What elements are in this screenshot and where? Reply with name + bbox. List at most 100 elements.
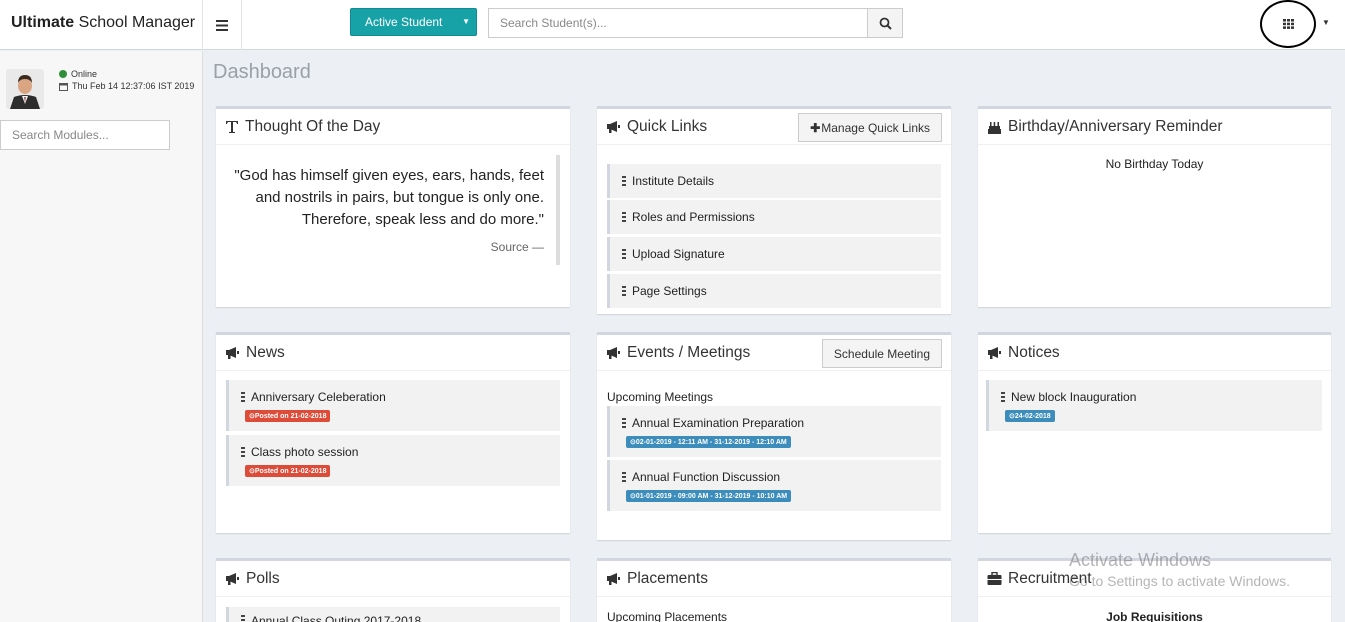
drag-handle-icon[interactable] [622,249,626,259]
drag-handle-icon[interactable] [1001,392,1005,402]
notice-item[interactable]: New block Inauguration ⊙ 24-02-2018 [986,380,1322,431]
bullhorn-icon [225,346,240,359]
birthday-title: Birthday/Anniversary Reminder [1008,117,1223,135]
news-item-title: Class photo session [251,445,359,459]
thought-of-day-box: Thought Of the Day "God has himself give… [216,106,570,307]
meeting-time-badge: ⊙ 02-01-2019 - 12:11 AM - 31-12-2019 - 12… [626,436,791,448]
quick-links-box: Quick Links ✚ Manage Quick Links Institut… [597,106,951,314]
meeting-item[interactable]: Annual Function Discussion ⊙ 01-01-2019 -… [607,460,941,511]
thought-title: Thought Of the Day [245,117,381,135]
brand-bold: Ultimate [11,14,75,31]
notices-header: Notices [978,335,1331,371]
posted-date-badge: ⊙ Posted on 21-02-2018 [245,410,331,422]
polls-header: Polls [216,561,570,597]
poll-item-title: Annual Class Outing 2017-2018 [251,614,422,622]
news-item-title: Anniversary Celeberation [251,390,386,404]
placements-box: Placements Upcoming Placements [597,558,951,622]
quick-link-label: Roles and Permissions [632,210,755,224]
birthday-header: Birthday/Anniversary Reminder [978,109,1331,145]
drag-handle-icon[interactable] [622,176,626,186]
bullhorn-icon [987,346,1002,359]
quote-scrollbar[interactable] [556,155,560,265]
briefcase-icon [987,572,1002,585]
job-requisitions-label: Job Requisitions [1106,610,1203,622]
recruitment-header: Recruitment [978,561,1331,597]
active-student-label: Active Student [365,15,443,29]
manage-quick-links-label: Manage Quick Links [821,120,930,135]
user-menu-caret-icon[interactable]: ▼ [1322,18,1330,27]
page-title: Dashboard [213,61,311,83]
meeting-time-badge: ⊙ 01-01-2019 - 09:00 AM - 31-12-2019 - 10… [626,490,792,502]
news-item[interactable]: Class photo session ⊙ Posted on 21-02-201… [226,435,560,486]
bullhorn-icon [606,120,621,133]
drag-handle-icon[interactable] [241,392,245,402]
brand-rest: School Manager [74,14,196,31]
drag-handle-icon[interactable] [241,447,245,457]
quick-link-item[interactable]: Page Settings [607,274,941,308]
bullhorn-icon [225,572,240,585]
drag-handle-icon[interactable] [622,418,626,428]
caret-down-icon: ▼ [462,17,470,26]
drag-handle-icon[interactable] [622,286,626,296]
events-meetings-box: Events / Meetings Schedule Meeting Upcom… [597,332,951,540]
online-dot-icon [59,70,67,78]
polls-title: Polls [246,569,280,587]
active-student-dropdown[interactable]: Active Student ▼ [350,8,477,36]
online-status: Online [59,69,97,79]
quick-links-header: Quick Links ✚ Manage Quick Links [597,109,951,145]
placements-header: Placements [597,561,951,597]
quick-links-title: Quick Links [627,117,708,135]
avatar[interactable] [6,69,44,109]
text-format-icon [225,120,239,134]
drag-handle-icon[interactable] [622,212,626,222]
quick-link-label: Upload Signature [632,247,725,261]
schedule-meeting-label: Schedule Meeting [833,346,930,361]
poll-item[interactable]: Annual Class Outing 2017-2018 [226,607,560,622]
sidebar: Online Thu Feb 14 12:37:06 IST 2019 [0,51,203,622]
news-title: News [246,343,285,361]
search-icon [879,17,892,30]
schedule-meeting-button[interactable]: Schedule Meeting [821,339,942,368]
status-text: Online [71,69,98,79]
thought-source: Source — [490,240,544,254]
news-header: News [216,335,570,371]
birthday-reminder-box: Birthday/Anniversary Reminder No Birthda… [978,106,1331,307]
apps-grid-icon [1282,19,1294,29]
events-title: Events / Meetings [627,343,751,361]
app-brand[interactable]: Ultimate School Manager [0,0,203,50]
hamburger-menu-icon[interactable] [203,0,242,50]
module-search-input[interactable] [0,120,170,150]
apps-grid-button[interactable] [1260,0,1316,48]
manage-quick-links-button[interactable]: ✚ Manage Quick Links [798,113,942,142]
events-header: Events / Meetings Schedule Meeting [597,335,951,371]
thought-quote-line-2: and nostrils in pairs, but tongue is onl… [255,189,544,206]
quick-link-label: Institute Details [632,174,715,188]
login-datetime: Thu Feb 14 12:37:06 IST 2019 [59,81,194,91]
birthday-cake-icon [987,120,1002,134]
thought-quote-line-1: "God has himself given eyes, ears, hands… [234,167,544,184]
quick-link-item[interactable]: Institute Details [607,164,941,198]
no-birthday-text: No Birthday Today [1105,157,1204,171]
upcoming-placements-label: Upcoming Placements [607,610,728,622]
quick-link-label: Page Settings [632,284,707,298]
search-button[interactable] [867,8,903,38]
polls-box: Polls Annual Class Outing 2017-2018 [216,558,570,622]
bullhorn-icon [606,572,621,585]
placements-title: Placements [627,569,708,587]
calendar-icon [59,82,68,91]
meeting-item-title: Annual Examination Preparation [632,416,805,430]
top-navbar: Ultimate School Manager Active Student ▼… [0,0,1345,50]
drag-handle-icon[interactable] [241,615,245,622]
notices-box: Notices New block Inauguration ⊙ 24-02-20… [978,332,1331,533]
notice-item-title: New block Inauguration [1011,390,1137,404]
recruitment-box: Recruitment Job Requisitions [978,558,1331,622]
recruitment-title: Recruitment [1008,569,1092,587]
student-search-input[interactable] [488,8,868,38]
meeting-item[interactable]: Annual Examination Preparation ⊙ 02-01-20… [607,406,941,457]
drag-handle-icon[interactable] [622,472,626,482]
news-item[interactable]: Anniversary Celeberation ⊙ Posted on 21-0… [226,380,560,431]
quick-link-item[interactable]: Upload Signature [607,237,941,271]
notices-title: Notices [1008,343,1060,361]
quick-link-item[interactable]: Roles and Permissions [607,200,941,234]
posted-date-badge: ⊙ Posted on 21-02-2018 [245,465,331,477]
